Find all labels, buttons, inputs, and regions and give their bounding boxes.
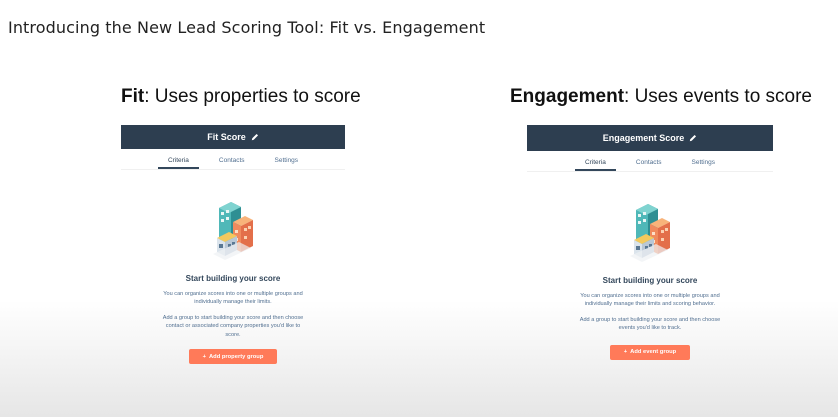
engagement-empty-state: Start building your score You can organi…	[527, 172, 773, 360]
buildings-illustration	[630, 204, 670, 262]
add-property-group-button[interactable]: + Add property group	[188, 349, 278, 365]
fit-heading: Fit: Uses properties to score	[121, 86, 361, 108]
fit-tabs: Criteria Contacts Settings	[121, 149, 345, 170]
engagement-heading: Engagement: Uses events to score	[510, 86, 812, 108]
fit-heading-strong: Fit	[121, 86, 145, 107]
plus-icon: +	[623, 349, 628, 356]
fit-empty-text-2: Add a group to start building your score…	[162, 314, 304, 338]
slide-title: Introducing the New Lead Scoring Tool: F…	[8, 18, 486, 37]
add-event-group-label: Add event group	[630, 349, 677, 356]
fit-empty-text-1: You can organize scores into one or mult…	[163, 291, 303, 306]
fit-score-title: Fit Score	[207, 132, 246, 142]
engagement-empty-title: Start building your score	[602, 276, 698, 285]
tab-contacts[interactable]: Contacts	[626, 151, 672, 171]
fit-empty-title: Start building your score	[185, 274, 281, 283]
engagement-tabs: Criteria Contacts Settings	[527, 151, 773, 172]
engagement-score-title: Engagement Score	[602, 133, 685, 143]
fit-panel: Fit: Uses properties to score Fit Score …	[121, 86, 361, 365]
engagement-empty-text-1: You can organize scores into one or mult…	[580, 293, 720, 308]
pencil-icon[interactable]	[689, 134, 697, 142]
add-event-group-button[interactable]: + Add event group	[609, 344, 691, 360]
pencil-icon[interactable]	[251, 133, 259, 141]
engagement-heading-strong: Engagement	[510, 86, 625, 107]
add-property-group-label: Add property group	[208, 353, 264, 360]
tab-settings[interactable]: Settings	[265, 149, 309, 169]
tab-contacts[interactable]: Contacts	[209, 149, 255, 169]
engagement-panel: Engagement: Uses events to score Engagem…	[510, 86, 812, 360]
engagement-heading-rest: : Uses events to score	[624, 86, 812, 107]
tab-settings[interactable]: Settings	[682, 151, 726, 171]
fit-heading-rest: : Uses properties to score	[144, 86, 361, 107]
fit-score-header: Fit Score	[121, 125, 345, 149]
tab-criteria[interactable]: Criteria	[157, 149, 199, 169]
buildings-illustration	[213, 202, 253, 260]
fit-empty-state: Start building your score You can organi…	[121, 170, 345, 365]
engagement-empty-text-2: Add a group to start building your score…	[579, 316, 721, 332]
engagement-score-header: Engagement Score	[527, 125, 773, 151]
plus-icon: +	[202, 353, 206, 360]
tab-criteria[interactable]: Criteria	[574, 151, 616, 171]
